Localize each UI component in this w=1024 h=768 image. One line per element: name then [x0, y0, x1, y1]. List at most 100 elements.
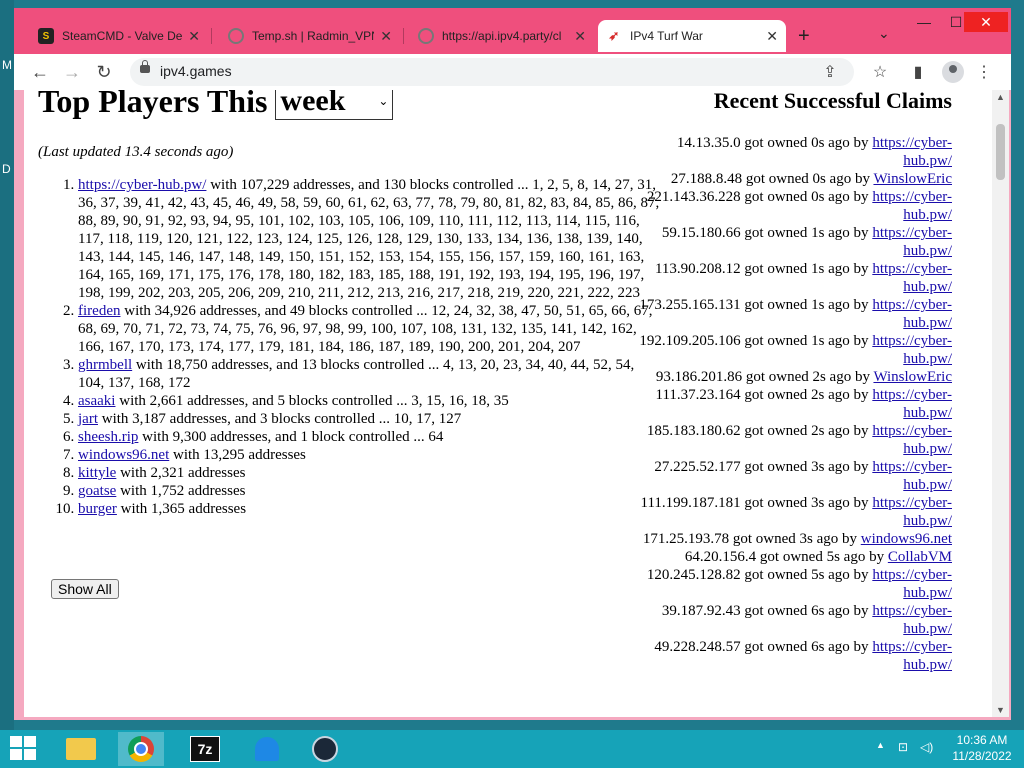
page-scrollbar[interactable]: ▲ ▼ — [992, 90, 1009, 717]
player-link[interactable]: kittyle — [78, 465, 116, 481]
player-link[interactable]: jart — [78, 411, 98, 427]
player-stats: with 1,752 addresses — [116, 483, 246, 499]
player-link[interactable]: fireden — [78, 303, 120, 319]
players-list: https://cyber-hub.pw/ with 107,229 addre… — [38, 176, 664, 518]
claim-owner-link[interactable]: https://cyber-hub.pw/ — [872, 225, 952, 259]
profile-avatar-icon[interactable] — [942, 61, 964, 83]
tab-tempsh[interactable]: Temp.sh | Radmin_VPN_ ✕ — [220, 20, 400, 52]
chrome-icon[interactable] — [118, 732, 164, 766]
system-clock[interactable]: 10:36 AM 11/28/2022 — [950, 732, 1014, 764]
claim-text: 173.255.165.131 got owned 1s ago by — [639, 297, 873, 313]
reload-icon[interactable]: ↻ — [92, 60, 116, 84]
claim-owner-link[interactable]: https://cyber-hub.pw/ — [872, 639, 952, 673]
claim-owner-link[interactable]: https://cyber-hub.pw/ — [872, 297, 952, 331]
minimize-icon[interactable]: — — [908, 12, 940, 32]
claim-owner-link[interactable]: windows96.net — [861, 531, 952, 547]
share-icon[interactable]: ⇪ — [820, 62, 840, 82]
claim-entry: 111.199.187.181 got owned 3s ago by http… — [630, 494, 952, 530]
address-bar[interactable]: ipv4.games ⇪ — [130, 58, 854, 86]
claim-entry: 39.187.92.43 got owned 6s ago by https:/… — [630, 602, 952, 638]
tab-ipv4-turf-war[interactable]: ➶ IPv4 Turf War ✕ — [598, 20, 786, 52]
show-hidden-icons-icon[interactable]: ▲ — [876, 740, 885, 750]
period-value: week — [280, 90, 346, 117]
menu-dots-icon[interactable]: ⋮ — [974, 62, 994, 82]
player-link[interactable]: goatse — [78, 483, 116, 499]
tab-title: SteamCMD - Valve Dev — [62, 29, 183, 43]
lock-icon — [140, 60, 150, 73]
claim-text: 221.143.36.228 got owned 0s ago by — [646, 189, 873, 205]
claim-owner-link[interactable]: CollabVM — [888, 549, 952, 565]
claims-list: 14.13.35.0 got owned 0s ago by https://c… — [630, 134, 952, 674]
back-arrow-icon[interactable]: ← — [28, 60, 52, 84]
tab-title: IPv4 Turf War — [630, 29, 703, 43]
tab-divider — [211, 28, 212, 44]
tab-api-ipv4[interactable]: https://api.ipv4.party/cl ✕ — [410, 20, 594, 52]
scrollbar-thumb[interactable] — [996, 124, 1005, 180]
browser-toolbar: ← → ↻ ipv4.games ⇪ ☆ ▮ ⋮ — [14, 54, 1011, 90]
player-link[interactable]: https://cyber-hub.pw/ — [78, 177, 206, 193]
scroll-up-icon[interactable]: ▲ — [996, 92, 1005, 102]
network-icon[interactable]: ⊡ — [898, 740, 908, 754]
url-text[interactable]: ipv4.games — [160, 63, 232, 79]
claim-owner-link[interactable]: https://cyber-hub.pw/ — [872, 387, 952, 421]
7zip-icon[interactable]: 7z — [182, 732, 228, 766]
player-link[interactable]: asaaki — [78, 393, 115, 409]
claim-owner-link[interactable]: https://cyber-hub.pw/ — [872, 423, 952, 457]
tab-title: Temp.sh | Radmin_VPN_ — [252, 29, 375, 43]
period-select[interactable]: week ⌄ — [275, 90, 394, 120]
close-tab-icon[interactable]: ✕ — [188, 28, 200, 45]
volume-icon[interactable]: ◁) — [920, 740, 933, 754]
claim-owner-link[interactable]: https://cyber-hub.pw/ — [872, 189, 952, 223]
player-stats: with 34,926 addresses, and 49 blocks con… — [78, 303, 653, 355]
steam-icon[interactable] — [302, 732, 348, 766]
close-tab-icon[interactable]: ✕ — [766, 28, 778, 45]
claim-owner-link[interactable]: https://cyber-hub.pw/ — [872, 135, 952, 169]
desktop-background: M D — [0, 0, 14, 730]
claim-owner-link[interactable]: https://cyber-hub.pw/ — [872, 603, 952, 637]
show-all-button[interactable]: Show All — [51, 579, 119, 599]
desktop-icon-fragment: M — [2, 58, 12, 72]
claim-owner-link[interactable]: WinslowEric — [873, 369, 952, 385]
close-window-icon[interactable]: ✕ — [964, 12, 1008, 32]
new-tab-icon[interactable]: + — [798, 25, 810, 48]
radmin-vpn-icon[interactable] — [244, 732, 290, 766]
player-link[interactable]: windows96.net — [78, 447, 169, 463]
side-panel-icon[interactable]: ▮ — [908, 62, 928, 82]
claim-text: 64.20.156.4 got owned 5s ago by — [684, 549, 888, 565]
claim-owner-link[interactable]: WinslowEric — [873, 171, 952, 187]
scroll-down-icon[interactable]: ▼ — [996, 705, 1005, 715]
globe-icon — [418, 28, 434, 44]
chevron-down-icon[interactable]: ⌄ — [878, 25, 890, 42]
player-stats: with 9,300 addresses, and 1 block contro… — [138, 429, 444, 445]
claim-entry: 111.37.23.164 got owned 2s ago by https:… — [630, 386, 952, 422]
player-link[interactable]: ghrmbell — [78, 357, 132, 373]
claim-entry: 59.15.180.66 got owned 1s ago by https:/… — [630, 224, 952, 260]
claim-text: 14.13.35.0 got owned 0s ago by — [676, 135, 873, 151]
player-stats: with 107,229 addresses, and 130 blocks c… — [78, 177, 660, 301]
close-tab-icon[interactable]: ✕ — [380, 28, 392, 45]
claim-entry: 221.143.36.228 got owned 0s ago by https… — [630, 188, 952, 224]
player-link[interactable]: burger — [78, 501, 117, 517]
claim-text: 27.188.8.48 got owned 0s ago by — [670, 171, 874, 187]
claim-owner-link[interactable]: https://cyber-hub.pw/ — [872, 261, 952, 295]
player-list-item: fireden with 34,926 addresses, and 49 bl… — [78, 302, 664, 356]
claim-owner-link[interactable]: https://cyber-hub.pw/ — [872, 567, 952, 601]
close-tab-icon[interactable]: ✕ — [574, 28, 586, 45]
claim-text: 93.186.201.86 got owned 2s ago by — [655, 369, 874, 385]
page-heading-text: Top Players This — [38, 90, 268, 119]
tab-steamcmd[interactable]: S SteamCMD - Valve Dev ✕ — [30, 20, 208, 52]
last-updated-text: (Last updated 13.4 seconds ago) — [38, 144, 234, 160]
player-list-item: ghrmbell with 18,750 addresses, and 13 b… — [78, 356, 664, 392]
file-explorer-icon[interactable] — [58, 732, 104, 766]
steamcmd-icon: S — [38, 28, 54, 44]
claim-owner-link[interactable]: https://cyber-hub.pw/ — [872, 333, 952, 367]
windows-start-icon[interactable] — [10, 736, 38, 762]
claim-owner-link[interactable]: https://cyber-hub.pw/ — [872, 459, 952, 493]
forward-arrow-icon[interactable]: → — [60, 60, 84, 84]
player-list-item: sheesh.rip with 9,300 addresses, and 1 b… — [78, 428, 664, 446]
player-link[interactable]: sheesh.rip — [78, 429, 138, 445]
bookmark-star-icon[interactable]: ☆ — [870, 62, 890, 82]
claim-owner-link[interactable]: https://cyber-hub.pw/ — [872, 495, 952, 529]
claim-text: 120.245.128.82 got owned 5s ago by — [646, 567, 873, 583]
claim-entry: 192.109.205.106 got owned 1s ago by http… — [630, 332, 952, 368]
